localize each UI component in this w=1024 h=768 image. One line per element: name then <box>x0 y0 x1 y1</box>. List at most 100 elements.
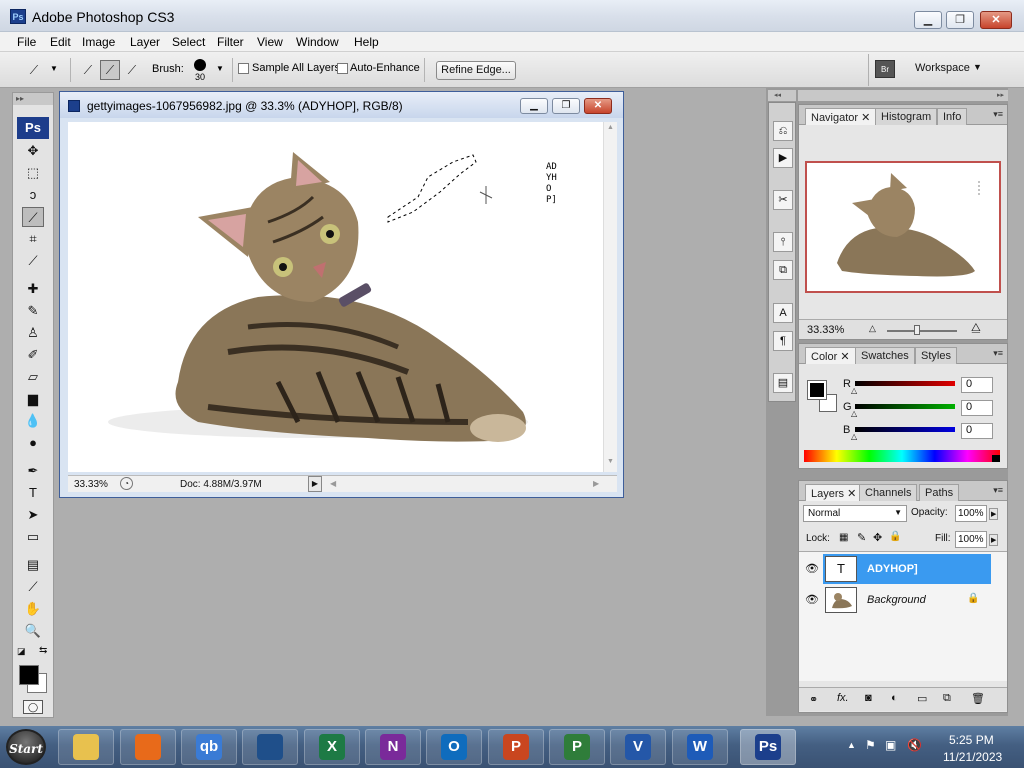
sample-all-layers-checkbox[interactable] <box>238 63 249 74</box>
clock-date[interactable]: 11/21/2023 <box>943 750 1002 764</box>
dodge-tool-icon[interactable]: ● <box>22 433 44 453</box>
chevron-down-icon[interactable]: ▼ <box>50 64 58 73</box>
history-brush-tool-icon[interactable]: ✐ <box>22 345 44 365</box>
channel-b-slider[interactable] <box>855 427 955 432</box>
channel-g-input[interactable]: 0 <box>961 400 993 416</box>
taskbar-word-button[interactable]: W <box>672 729 728 765</box>
healing-brush-tool-icon[interactable]: ✚ <box>22 279 44 299</box>
tab-navigator[interactable]: Navigator ✕ <box>805 108 877 125</box>
panel-dock-collapse-icon[interactable]: ▸▸ <box>798 90 1008 101</box>
menu-view[interactable]: View <box>257 35 283 49</box>
layer-name[interactable]: Background <box>867 594 926 606</box>
bridge-icon[interactable]: Br <box>875 60 895 78</box>
pen-tool-icon[interactable]: ✒ <box>22 461 44 481</box>
channel-r-input[interactable]: 0 <box>961 377 993 393</box>
channel-b-input[interactable]: 0 <box>961 423 993 439</box>
menu-layer[interactable]: Layer <box>130 35 160 49</box>
taskbar-outlook-button[interactable]: O <box>426 729 482 765</box>
color-foreground-swatch[interactable] <box>807 380 827 400</box>
tab-layers[interactable]: Layers ✕ <box>805 484 863 501</box>
tool-preset-picker[interactable]: ⟋ <box>24 60 44 80</box>
refine-edge-button[interactable]: Refine Edge... <box>436 61 516 80</box>
workspace-chevron-down-icon[interactable]: ▼ <box>973 62 982 72</box>
doc-zoom-level[interactable]: 33.33% <box>74 479 108 490</box>
clone-source-icon[interactable]: ⧉ <box>773 260 793 280</box>
minimize-button[interactable]: ▁ <box>914 11 942 29</box>
auto-enhance-checkbox[interactable] <box>337 63 348 74</box>
link-layers-icon[interactable]: ⚭ <box>809 693 818 706</box>
doc-close-button[interactable]: ✕ <box>584 98 612 114</box>
network-icon[interactable]: ▣ <box>885 738 896 752</box>
tab-swatches[interactable]: Swatches <box>855 347 915 364</box>
new-layer-icon[interactable]: ⧉ <box>943 692 951 705</box>
taskbar-photoshop-button[interactable]: Ps <box>740 729 796 765</box>
layer-comps-icon[interactable]: ▤ <box>773 373 793 393</box>
zoom-out-icon[interactable]: △ <box>869 323 876 334</box>
status-menu-icon[interactable]: ▶ <box>308 476 322 492</box>
shape-tool-icon[interactable]: ▭ <box>22 527 44 547</box>
layer-visibility-eye-icon[interactable]: 👁 <box>805 562 819 575</box>
lasso-tool-icon[interactable]: ↄ <box>22 185 44 205</box>
taskbar-excel-button[interactable]: X <box>304 729 360 765</box>
icon-dock-collapse-icon[interactable]: ◂◂ <box>768 90 796 101</box>
scroll-down-icon[interactable]: ▼ <box>607 458 614 465</box>
navigator-zoom-level[interactable]: 33.33% <box>807 324 844 336</box>
tab-paths[interactable]: Paths <box>919 484 960 501</box>
paragraph-panel-icon[interactable]: ¶ <box>773 331 793 351</box>
default-colors-icon[interactable]: ◪ <box>17 646 26 657</box>
taskbar-file-explorer-button[interactable] <box>58 729 114 765</box>
taskbar-project-button[interactable]: P <box>549 729 605 765</box>
layers-menu-icon[interactable]: ▾≡ <box>993 485 1003 496</box>
layer-mask-icon[interactable]: ◙ <box>865 692 872 704</box>
channel-r-handle-icon[interactable]: △ <box>851 386 857 395</box>
start-button[interactable]: Start <box>6 729 46 765</box>
blur-tool-icon[interactable]: 💧 <box>22 411 44 431</box>
zoom-in-icon[interactable]: ⧋ <box>971 322 981 335</box>
hand-tool-icon[interactable]: ✋ <box>22 599 44 619</box>
channel-g-handle-icon[interactable]: △ <box>851 409 857 418</box>
taskbar-remote-desktop-button[interactable] <box>242 729 298 765</box>
foreground-color-swatch[interactable] <box>19 665 39 685</box>
history-panel-icon[interactable]: ⎌ <box>773 121 793 141</box>
delete-layer-icon[interactable]: 🗑 <box>971 692 985 705</box>
taskbar-powerpoint-button[interactable]: P <box>488 729 544 765</box>
quick-mask-icon[interactable]: ◯ <box>23 700 43 714</box>
doc-maximize-button[interactable]: ❐ <box>552 98 580 114</box>
brush-preview-icon[interactable] <box>194 59 206 71</box>
clock-time[interactable]: 5:25 PM <box>949 733 994 747</box>
channel-r-slider[interactable] <box>855 381 955 386</box>
brush-chevron-down-icon[interactable]: ▼ <box>216 64 224 73</box>
zoom-slider[interactable] <box>887 330 957 332</box>
eyedropper-tool-icon[interactable]: ⟋ <box>22 577 44 597</box>
navigator-preview[interactable] <box>805 161 1001 293</box>
notes-tool-icon[interactable]: ▤ <box>22 555 44 575</box>
adjustment-layer-icon[interactable]: ◐ <box>891 692 898 704</box>
volume-muted-icon[interactable]: 🔇 <box>907 738 922 752</box>
channel-g-slider[interactable] <box>855 404 955 409</box>
tab-info[interactable]: Info <box>937 108 968 125</box>
clone-stamp-tool-icon[interactable]: ♙ <box>22 323 44 343</box>
tab-histogram[interactable]: Histogram <box>875 108 938 125</box>
taskbar-onenote-button[interactable]: N <box>365 729 421 765</box>
close-button[interactable]: ✕ <box>980 11 1012 29</box>
layer-visibility-eye-icon[interactable]: 👁 <box>805 593 819 606</box>
taskbar-qbittorrent-button[interactable]: qb <box>181 729 237 765</box>
taskbar-firefox-button[interactable] <box>120 729 176 765</box>
lock-position-icon[interactable]: ✥ <box>873 531 882 544</box>
menu-edit[interactable]: Edit <box>50 35 71 49</box>
add-to-selection-icon[interactable]: ⟋ <box>100 60 120 80</box>
blend-mode-select[interactable]: Normal ▼ <box>803 505 907 522</box>
navigator-menu-icon[interactable]: ▾≡ <box>993 109 1003 120</box>
zoom-tool-icon[interactable]: 🔍 <box>22 621 44 641</box>
menu-file[interactable]: File <box>17 35 36 49</box>
lock-image-icon[interactable]: ✎ <box>857 531 866 544</box>
slice-tool-icon[interactable]: ⟋ <box>22 251 44 271</box>
quick-selection-tool-icon[interactable]: ⟋ <box>22 207 44 227</box>
maximize-button[interactable]: ❐ <box>946 11 974 29</box>
eraser-tool-icon[interactable]: ▱ <box>22 367 44 387</box>
zoom-slider-handle[interactable] <box>914 325 920 335</box>
gradient-tool-icon[interactable]: ▆ <box>22 389 44 409</box>
menu-filter[interactable]: Filter <box>217 35 244 49</box>
menu-select[interactable]: Select <box>172 35 205 49</box>
tab-channels[interactable]: Channels <box>859 484 918 501</box>
